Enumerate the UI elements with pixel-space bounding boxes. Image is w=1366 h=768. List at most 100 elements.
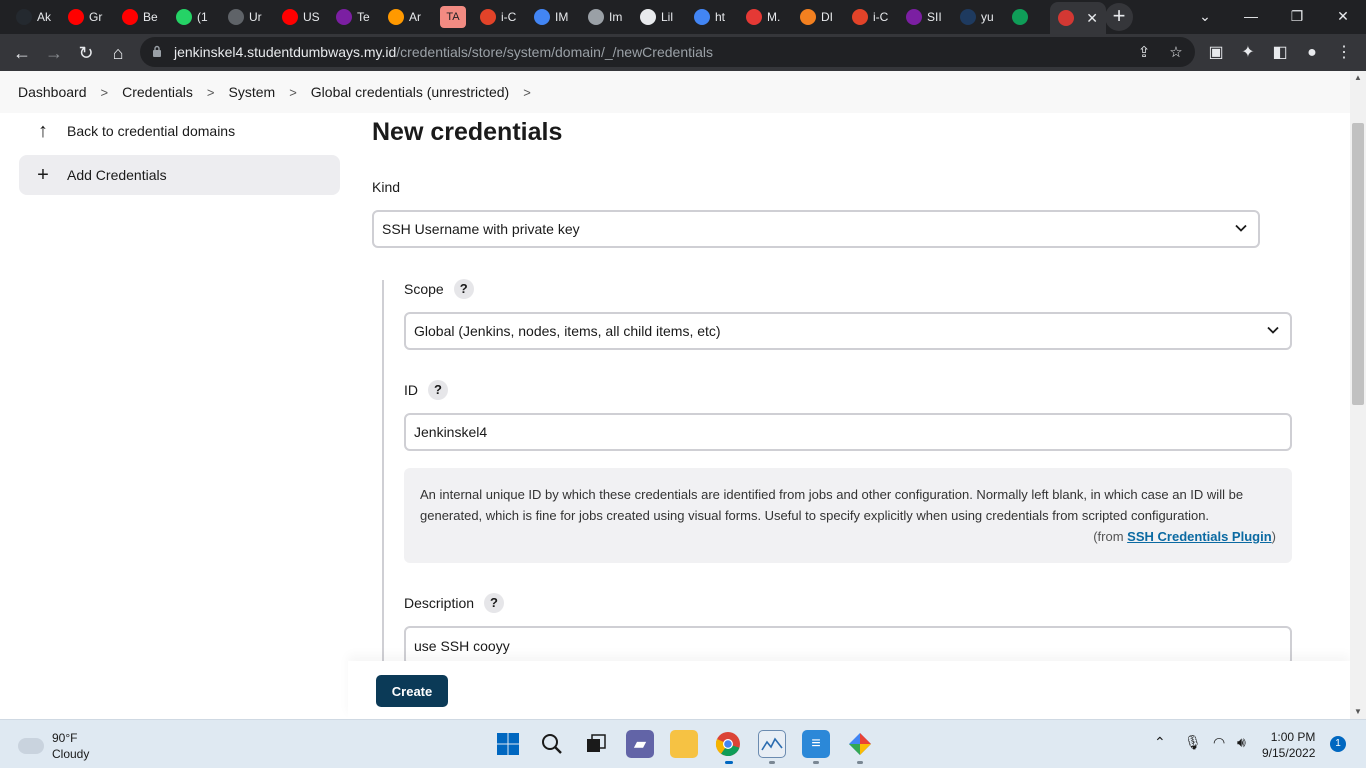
circle-icon <box>960 9 976 25</box>
chevron-down-icon <box>1267 326 1279 334</box>
browser-tab-label: ht <box>715 10 726 24</box>
browser-tab[interactable]: yu <box>952 4 1002 30</box>
close-window-button[interactable]: ✕ <box>1320 0 1366 32</box>
ssh-credentials-plugin-link[interactable]: SSH Credentials Plugin <box>1127 529 1271 544</box>
browser-tab[interactable]: Im <box>580 4 630 30</box>
chevron-up-icon[interactable]: ⌃ <box>1154 734 1166 751</box>
weather-description: Cloudy <box>52 747 90 761</box>
youtube-icon <box>68 9 84 25</box>
browser-tab[interactable]: IM <box>526 4 578 30</box>
breadcrumb-global-credentials[interactable]: Global credentials (unrestricted) <box>311 84 509 100</box>
address-bar[interactable]: jenkinskel4.studentdumbways.my.id/creden… <box>140 37 1195 67</box>
browser-tab[interactable]: Ak <box>8 4 58 30</box>
resource-monitor-icon[interactable] <box>758 730 786 758</box>
address-url: jenkinskel4.studentdumbways.my.id/creden… <box>174 44 713 60</box>
chrome-icon[interactable] <box>714 730 742 758</box>
maximize-button[interactable]: ❐ <box>1274 0 1320 32</box>
help-icon[interactable]: ? <box>428 380 448 400</box>
browser-tab[interactable] <box>1004 4 1048 30</box>
id-help-source: (from SSH Credentials Plugin) <box>1093 529 1276 544</box>
browser-menu-icon[interactable]: ⋮ <box>1330 39 1358 67</box>
chevron-right-icon[interactable]: > <box>101 85 109 100</box>
browser-tab-label: Lil <box>661 10 674 24</box>
browser-tab-label: M. <box>767 10 781 24</box>
pinned-app-icon[interactable] <box>846 730 874 758</box>
chevron-right-icon[interactable]: > <box>207 85 215 100</box>
kind-select[interactable]: SSH Username with private key <box>372 210 1260 248</box>
browser-tab-label: Gr <box>89 10 103 24</box>
file-explorer-icon[interactable] <box>670 730 698 758</box>
chevron-right-icon[interactable]: > <box>289 85 297 100</box>
scope-select[interactable]: Global (Jenkins, nodes, items, all child… <box>404 312 1292 350</box>
browser-tab[interactable]: Be <box>114 4 166 30</box>
breadcrumb-system[interactable]: System <box>229 84 276 100</box>
browser-tab[interactable]: US <box>274 4 326 30</box>
browser-tab-label: Ur <box>249 10 262 24</box>
side-panel-icon[interactable]: ◧ <box>1266 39 1294 67</box>
youtube-icon <box>282 9 298 25</box>
scrollbar-thumb[interactable] <box>1352 123 1364 405</box>
browser-tab[interactable]: Gr <box>60 4 112 30</box>
windows-start-icon[interactable] <box>494 730 522 758</box>
browser-tab[interactable]: Ar <box>380 4 430 30</box>
microphone-icon[interactable]: 🎙︎ <box>1184 734 1202 751</box>
task-view-icon[interactable] <box>582 730 610 758</box>
id-field-value: Jenkinskel4 <box>414 424 488 440</box>
browser-tab[interactable]: SII <box>898 4 950 30</box>
browser-tab[interactable]: i-C <box>472 4 524 30</box>
wifi-icon[interactable]: ◠ <box>1213 734 1225 751</box>
description-field[interactable]: use SSH cooyy <box>404 626 1292 666</box>
share-icon[interactable]: ⇪ <box>1132 41 1156 65</box>
search-icon[interactable] <box>538 730 566 758</box>
profile-avatar[interactable]: ● <box>1298 39 1326 67</box>
cloud-icon <box>800 9 816 25</box>
infinity-icon <box>336 9 352 25</box>
screencast-extension-icon[interactable]: ▣ <box>1202 39 1230 67</box>
browser-tab[interactable]: i-C <box>844 4 896 30</box>
chevron-right-icon[interactable]: > <box>523 85 531 100</box>
sidebar-item-label: Add Credentials <box>67 167 167 183</box>
google-icon <box>694 9 710 25</box>
browser-tab[interactable]: TA <box>432 4 470 30</box>
page-scrollbar[interactable]: ▲ ▼ <box>1350 71 1366 719</box>
doc-icon <box>640 9 656 25</box>
sidebar-item-add-credentials[interactable]: + Add Credentials <box>19 155 340 195</box>
id-field[interactable]: Jenkinskel4 <box>404 413 1292 451</box>
back-arrow-icon[interactable]: ← <box>8 39 36 67</box>
help-icon[interactable]: ? <box>484 593 505 613</box>
browser-tab[interactable]: M. <box>738 4 790 30</box>
breadcrumb-credentials[interactable]: Credentials <box>122 84 193 100</box>
breadcrumb-dashboard[interactable]: Dashboard <box>18 84 87 100</box>
create-button[interactable]: Create <box>376 675 448 707</box>
weather-widget[interactable]: 90°F Cloudy <box>18 730 89 762</box>
minimize-button[interactable]: — <box>1228 0 1274 32</box>
browser-tab[interactable]: Te <box>328 4 378 30</box>
forward-arrow-icon[interactable]: → <box>40 39 68 67</box>
tab-search-chevron-icon[interactable]: ⌄ <box>1182 0 1228 32</box>
browser-tab[interactable]: ht <box>686 4 736 30</box>
browser-tab[interactable]: Ur <box>220 4 272 30</box>
bookmark-star-icon[interactable]: ☆ <box>1164 41 1188 65</box>
browser-tab[interactable]: ✕ <box>1050 2 1106 34</box>
notification-badge[interactable]: 1 <box>1330 736 1346 752</box>
browser-tab[interactable]: Lil <box>632 4 684 30</box>
home-icon[interactable]: ⌂ <box>104 39 132 67</box>
windows-taskbar: 90°F Cloudy ▰ ≡ ⌃ 🎙︎ ◠ 🔊︎ 1:00 PM 9/15/2… <box>0 719 1366 768</box>
browser-tab[interactable]: DI <box>792 4 842 30</box>
scroll-down-arrow-icon[interactable]: ▼ <box>1354 707 1362 716</box>
scroll-up-arrow-icon[interactable]: ▲ <box>1354 73 1362 82</box>
system-clock[interactable]: 1:00 PM 9/15/2022 <box>1262 729 1315 761</box>
arrow-up-icon: ↑ <box>38 119 48 142</box>
browser-tab-label: SII <box>927 10 942 24</box>
browser-tab[interactable]: (1 <box>168 4 218 30</box>
sidebar-item-back-to-domains[interactable]: ↑ Back to credential domains <box>19 111 340 151</box>
volume-icon[interactable]: 🔊︎ <box>1237 734 1246 751</box>
chat-icon[interactable]: ▰ <box>626 730 654 758</box>
reload-icon[interactable]: ↻ <box>72 39 100 67</box>
help-icon[interactable]: ? <box>453 279 474 299</box>
new-tab-button[interactable]: + <box>1105 3 1133 31</box>
close-tab-icon[interactable]: ✕ <box>1086 10 1098 27</box>
notepad-icon[interactable]: ≡ <box>802 730 830 758</box>
browser-tab-label: i-C <box>501 10 517 24</box>
extensions-puzzle-icon[interactable]: ✦ <box>1234 39 1262 67</box>
